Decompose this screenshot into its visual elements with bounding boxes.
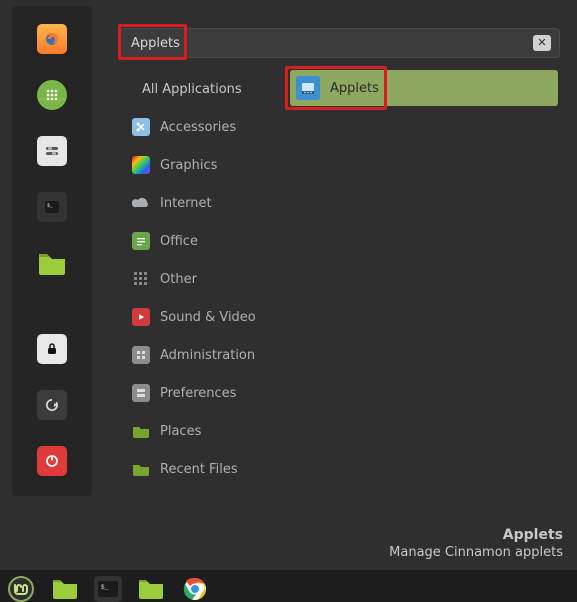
sliders-icon[interactable] bbox=[37, 136, 67, 166]
category-recent-files[interactable]: Recent Files bbox=[128, 450, 260, 488]
logout-icon[interactable] bbox=[37, 390, 67, 420]
category-graphics[interactable]: Graphics bbox=[128, 146, 260, 184]
favorites-sidebar: $_ bbox=[12, 6, 92, 496]
selection-subtitle: Manage Cinnamon applets bbox=[389, 545, 563, 560]
admin-grid-icon bbox=[132, 346, 150, 364]
dots-grid-icon bbox=[132, 270, 150, 288]
taskbar-files[interactable] bbox=[50, 575, 80, 602]
category-label: Other bbox=[160, 272, 197, 287]
category-office[interactable]: Office bbox=[128, 222, 260, 260]
applets-icon bbox=[296, 76, 320, 100]
result-label: Applets bbox=[330, 81, 379, 96]
firefox-icon[interactable] bbox=[37, 24, 67, 54]
clear-search-button[interactable]: ✕ bbox=[533, 35, 551, 51]
search-field-wrap: ✕ bbox=[120, 28, 560, 58]
cloud-icon bbox=[132, 194, 150, 212]
lock-icon[interactable] bbox=[37, 334, 67, 364]
rainbow-square-icon bbox=[132, 156, 150, 174]
category-sound-video[interactable]: Sound & Video bbox=[128, 298, 260, 336]
category-internet[interactable]: Internet bbox=[128, 184, 260, 222]
taskbar-terminal[interactable]: $_ bbox=[94, 576, 122, 602]
doc-lines-icon bbox=[132, 232, 150, 250]
category-preferences[interactable]: Preferences bbox=[128, 374, 260, 412]
search-results: Applets bbox=[290, 70, 558, 106]
mint-menu-button[interactable] bbox=[6, 575, 36, 602]
category-label: Accessories bbox=[160, 120, 236, 135]
play-triangle-icon bbox=[132, 308, 150, 326]
folder-icon bbox=[132, 422, 150, 440]
category-label: Internet bbox=[160, 196, 212, 211]
category-administration[interactable]: Administration bbox=[128, 336, 260, 374]
category-places[interactable]: Places bbox=[128, 412, 260, 450]
selection-title: Applets bbox=[389, 527, 563, 543]
category-label: All Applications bbox=[142, 82, 242, 97]
category-label: Sound & Video bbox=[160, 310, 256, 325]
folder-icon bbox=[132, 460, 150, 478]
taskbar-files-2[interactable] bbox=[136, 575, 166, 602]
terminal-icon[interactable]: $_ bbox=[37, 192, 67, 222]
category-label: Preferences bbox=[160, 386, 236, 401]
category-label: Office bbox=[160, 234, 198, 249]
folder-icon[interactable] bbox=[37, 248, 67, 278]
category-list: All Applications Accessories Graphics In… bbox=[128, 70, 260, 488]
taskbar: $_ bbox=[0, 570, 577, 602]
result-applets[interactable]: Applets bbox=[290, 70, 558, 106]
power-icon[interactable] bbox=[37, 446, 67, 476]
dialpad-icon[interactable] bbox=[37, 80, 67, 110]
svg-text:$_: $_ bbox=[101, 584, 109, 591]
taskbar-chrome[interactable] bbox=[180, 575, 210, 602]
scissors-icon bbox=[132, 118, 150, 136]
prefs-tile-icon bbox=[132, 384, 150, 402]
category-all-applications[interactable]: All Applications bbox=[128, 70, 260, 108]
category-label: Administration bbox=[160, 348, 255, 363]
category-other[interactable]: Other bbox=[128, 260, 260, 298]
selection-description: Applets Manage Cinnamon applets bbox=[389, 527, 563, 560]
category-accessories[interactable]: Accessories bbox=[128, 108, 260, 146]
category-label: Recent Files bbox=[160, 462, 238, 477]
svg-text:$_: $_ bbox=[47, 203, 54, 209]
category-label: Graphics bbox=[160, 158, 217, 173]
search-input[interactable] bbox=[131, 36, 533, 51]
category-label: Places bbox=[160, 424, 201, 439]
